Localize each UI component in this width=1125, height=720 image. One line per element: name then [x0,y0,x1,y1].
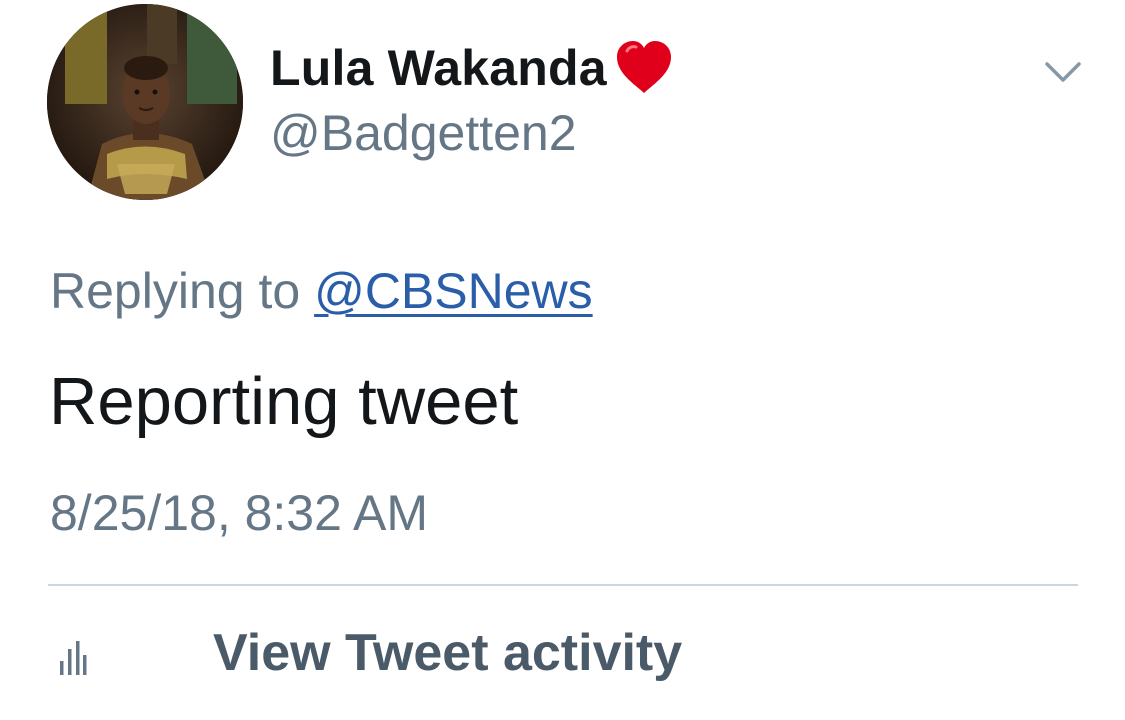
display-name[interactable]: Lula Wakanda [270,39,607,97]
author-handle[interactable]: @Badgetten2 [270,104,577,162]
chevron-down-icon[interactable] [1043,56,1083,88]
avatar-image [47,4,243,200]
tweet-detail: Lula Wakanda @Badgetten2 Replying to @CB… [0,0,1125,720]
timestamp: 8/25/18, 8:32 AM [50,485,429,541]
heart-icon [613,37,675,99]
replying-to-label: Replying to [50,263,301,319]
divider [48,584,1078,586]
tweet-text: Reporting tweet [49,364,519,439]
replying-to: Replying to @CBSNews [50,262,593,320]
view-tweet-activity-link[interactable]: View Tweet activity [213,623,682,683]
reply-target-link[interactable]: @CBSNews [314,263,593,319]
author-name-row[interactable]: Lula Wakanda [270,28,675,108]
bar-chart-icon[interactable] [58,639,88,677]
avatar[interactable] [47,4,243,200]
